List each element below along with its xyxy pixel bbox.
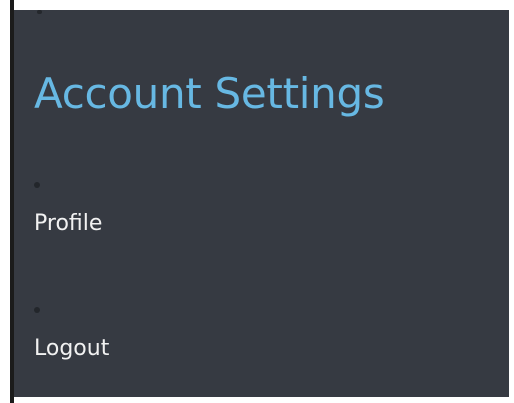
- account-settings-panel: Account Settings Profile Logout: [14, 10, 509, 397]
- bullet-icon: [34, 182, 40, 188]
- logout-menu-item[interactable]: Logout: [34, 300, 214, 361]
- profile-menu-item[interactable]: Profile: [34, 175, 214, 236]
- profile-label: Profile: [34, 211, 103, 236]
- settings-menu: Profile Logout: [34, 10, 484, 397]
- left-edge-strip: [0, 0, 14, 403]
- logout-label: Logout: [34, 336, 110, 361]
- bullet-icon: [34, 307, 40, 313]
